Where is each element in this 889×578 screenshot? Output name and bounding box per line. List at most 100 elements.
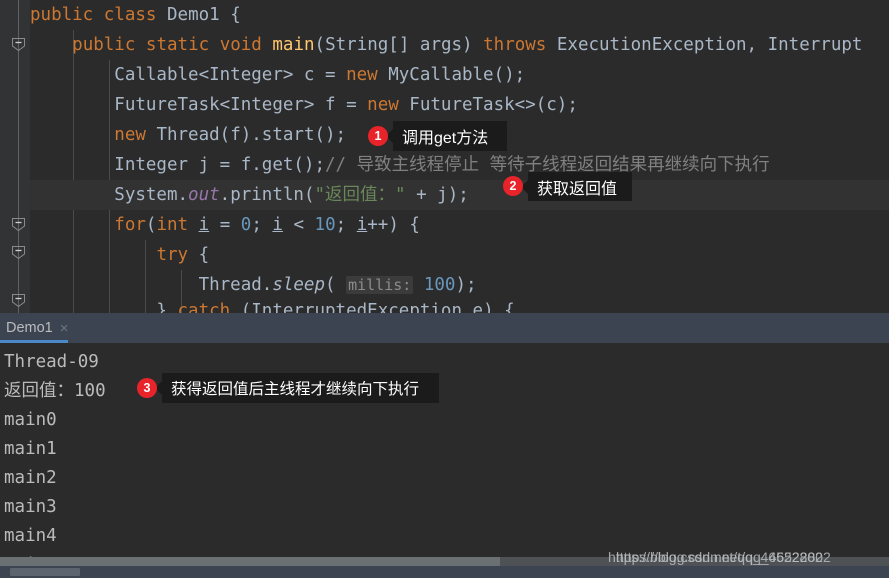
code-line[interactable]: for(int i = 0; i < 10; i++) { (30, 210, 420, 240)
code-line[interactable]: public class Demo1 { (30, 0, 241, 30)
code-line[interactable]: public static void main(String[] args) t… (30, 30, 862, 60)
code-line[interactable]: } catch (InterruptedException e) { (30, 296, 515, 313)
code-token: class (103, 5, 157, 25)
annotation-callout: 获得返回值后主线程才继续向下执行 (155, 373, 439, 403)
code-line[interactable]: new Thread(f).start(); (30, 120, 346, 150)
code-token: sleep (272, 275, 326, 295)
code-token: 100 (423, 275, 456, 295)
console-line: main2 (4, 468, 57, 488)
code-token: // (325, 155, 357, 175)
annotation-callout-text: 获取返回值 (537, 180, 618, 198)
code-token: void (219, 35, 262, 55)
code-token: 10 (314, 215, 336, 235)
code-editor[interactable]: public class Demo1 { public static void … (0, 0, 889, 313)
annotation-callout-text: 获得返回值后主线程才继续向下执行 (171, 381, 420, 398)
console-line: main1 (4, 439, 57, 459)
code-token: catch (177, 301, 231, 313)
code-token: ; (335, 215, 357, 235)
code-line[interactable]: try { (30, 240, 209, 270)
annotation-callout-text: 调用get方法 (402, 130, 489, 147)
tab-label: Demo1 (6, 320, 53, 336)
fold-marker[interactable] (11, 293, 26, 308)
console-hscrollbar-thumb[interactable] (0, 557, 500, 566)
code-token: millis: (346, 276, 414, 294)
code-token: 0 (240, 215, 252, 235)
code-token: int (156, 215, 189, 235)
code-token: FutureTask<>(c); (398, 95, 578, 115)
code-token: Thread(f).start(); (145, 125, 347, 145)
tab-demo1[interactable]: Demo1 × (0, 313, 77, 343)
code-token: public (30, 5, 94, 25)
console-line: main0 (4, 410, 57, 430)
code-token: + j); (405, 185, 469, 205)
code-token: ExecutionException, Interrupt (546, 35, 863, 55)
code-token: (InterruptedException e) { (230, 301, 515, 313)
code-token: { (219, 5, 241, 25)
watermark-url: https://blog.csdn.net/qq_46522802 (616, 549, 831, 565)
code-token: Demo1 (167, 5, 220, 25)
annotation-badge: 2 (503, 176, 523, 196)
code-token: i (272, 215, 283, 235)
code-token: new (367, 95, 399, 115)
bottom-scrollbar-thumb[interactable] (10, 568, 80, 576)
code-token: ++) { (367, 215, 420, 235)
annotation-callout: 调用get方法 (386, 121, 507, 151)
annotation-badge: 3 (137, 378, 157, 398)
console-line: Thread-09 (4, 352, 99, 372)
code-token: out (188, 185, 220, 205)
code-token: "返回值：" (314, 185, 406, 205)
code-token: ); (455, 275, 477, 295)
code-token: Callable<Integer> c = (30, 65, 347, 85)
code-token: public (72, 35, 136, 55)
code-token: i (198, 215, 210, 235)
bottom-status-bar (0, 566, 889, 578)
code-token: < (282, 215, 315, 235)
code-token: MyCallable(); (377, 65, 526, 85)
run-tool-window-tabbar[interactable]: Demo1 × (0, 313, 889, 343)
code-token: ( (325, 275, 347, 295)
code-line[interactable]: FutureTask<Integer> f = new FutureTask<>… (30, 90, 578, 120)
code-token: for (114, 215, 146, 235)
code-token: } (30, 301, 178, 313)
code-line[interactable]: Callable<Integer> c = new MyCallable(); (30, 60, 525, 90)
code-token: { (188, 245, 210, 265)
code-token: .println( (219, 185, 315, 205)
code-token: Thread. (30, 275, 273, 295)
annotation-callout: 获取返回值 (521, 172, 632, 201)
console-line: main4 (4, 526, 57, 546)
fold-marker[interactable] (11, 245, 26, 260)
code-token: throws (483, 35, 547, 55)
code-token: try (156, 245, 189, 265)
fold-marker[interactable] (11, 217, 26, 232)
close-icon[interactable]: × (60, 320, 69, 337)
code-token: System. (30, 185, 189, 205)
code-token: i (356, 215, 368, 235)
code-token: Integer j = f.get(); (30, 155, 326, 175)
editor-gutter[interactable] (0, 0, 30, 313)
code-token: ( (145, 215, 157, 235)
code-line[interactable]: Integer j = f.get();// 导致主线程停止 等待子线程返回结果… (30, 150, 769, 180)
console-output[interactable]: Thread-09 返回值：100 main0 main1 main2 main3 main… (0, 343, 889, 570)
annotation-badge: 1 (368, 126, 388, 146)
code-line[interactable]: System.out.println("返回值：" + j); (30, 180, 469, 210)
code-token: main (272, 35, 315, 55)
code-token: (String[] args) (314, 35, 484, 55)
code-token: new (114, 125, 146, 145)
code-token: static (145, 35, 210, 55)
code-token: ; (251, 215, 273, 235)
console-line: 返回值：100 (4, 381, 106, 401)
code-token: = (209, 215, 241, 235)
fold-marker[interactable] (11, 37, 26, 52)
code-lines-container[interactable]: public class Demo1 { public static void … (30, 0, 889, 313)
code-token: FutureTask<Integer> f = (30, 95, 368, 115)
